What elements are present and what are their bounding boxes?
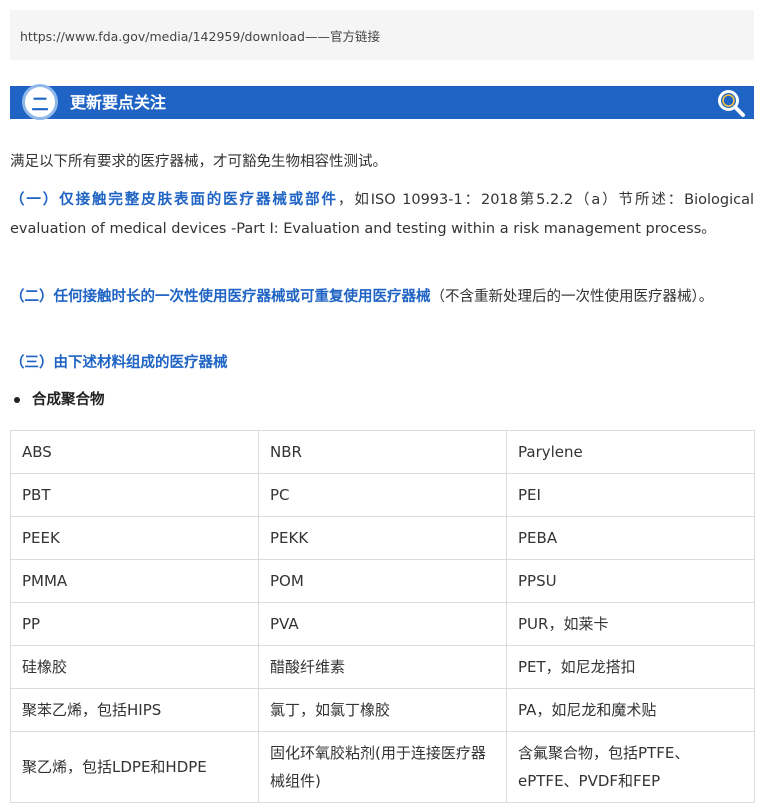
table-cell: PA，如尼龙和魔术贴 [506,688,755,732]
item-3: （三）由下述材料组成的医疗器械 [10,349,754,378]
bullet-dot-icon [14,397,20,403]
table-cell: 含氟聚合物，包括PTFE、ePTFE、PVDF和FEP [506,731,755,803]
bullet-label: 合成聚合物 [32,392,105,408]
table-row: PBT PC PEI [10,473,755,517]
item-1-heading: （一）仅接触完整皮肤表面的医疗器械或部件 [10,192,338,208]
table-cell: PMMA [10,559,259,603]
table-cell: PPSU [506,559,755,603]
table-row: 聚苯乙烯，包括HIPS 氯丁，如氯丁橡胶 PA，如尼龙和魔术贴 [10,688,755,732]
table-row: 聚乙烯，包括LDPE和HDPE 固化环氧胶粘剂(用于连接医疗器械组件) 含氟聚合… [10,731,755,803]
table-row: PEEK PEKK PEBA [10,516,755,560]
table-cell: 硅橡胶 [10,645,259,689]
table-cell: ABS [10,430,259,474]
table-row: PMMA POM PPSU [10,559,755,603]
table-cell: PEI [506,473,755,517]
table-row: ABS NBR Parylene [10,430,755,474]
table-cell: POM [258,559,507,603]
table-cell: PEEK [10,516,259,560]
table-row: PP PVA PUR，如莱卡 [10,602,755,646]
bullet-item: 合成聚合物 [14,388,105,409]
item-2-heading: （二）任何接触时长的一次性使用医疗器械或可重复使用医疗器械 [10,289,431,305]
table-cell: Parylene [506,430,755,474]
materials-table: ABS NBR Parylene PBT PC PEI PEEK PEKK PE… [10,430,755,803]
table-cell: PUR，如莱卡 [506,602,755,646]
item-1: （一）仅接触完整皮肤表面的医疗器械或部件，如ISO 10993-1：2018第5… [10,186,754,244]
item-2: （二）任何接触时长的一次性使用医疗器械或可重复使用医疗器械（不含重新处理后的一次… [10,283,754,312]
table-cell: 聚乙烯，包括LDPE和HDPE [10,731,259,803]
section-number: 二 [31,94,49,115]
table-cell: PEBA [506,516,755,560]
table-cell: 固化环氧胶粘剂(用于连接医疗器械组件) [258,731,507,803]
section-number-badge: 二 [22,84,58,120]
item-3-heading: （三）由下述材料组成的医疗器械 [10,355,228,371]
source-url-box: https://www.fda.gov/media/142959/downloa… [10,10,754,60]
search-icon [718,90,745,117]
table-cell: PP [10,602,259,646]
table-cell: PVA [258,602,507,646]
source-url-text[interactable]: https://www.fda.gov/media/142959/downloa… [20,26,380,45]
table-cell: 醋酸纤维素 [258,645,507,689]
table-cell: NBR [258,430,507,474]
section-title: 更新要点关注 [70,93,167,112]
table-cell: PBT [10,473,259,517]
table-cell: PET，如尼龙搭扣 [506,645,755,689]
table-row: 硅橡胶 醋酸纤维素 PET，如尼龙搭扣 [10,645,755,689]
item-2-text: （不含重新处理后的一次性使用医疗器械）。 [430,289,714,305]
table-cell: PEKK [258,516,507,560]
section-banner: 二 更新要点关注 [10,84,754,120]
table-cell: 氯丁，如氯丁橡胶 [258,688,507,732]
table-cell: 聚苯乙烯，包括HIPS [10,688,259,732]
intro-text: 满足以下所有要求的医疗器械，才可豁免生物相容性测试。 [10,154,387,170]
table-cell: PC [258,473,507,517]
